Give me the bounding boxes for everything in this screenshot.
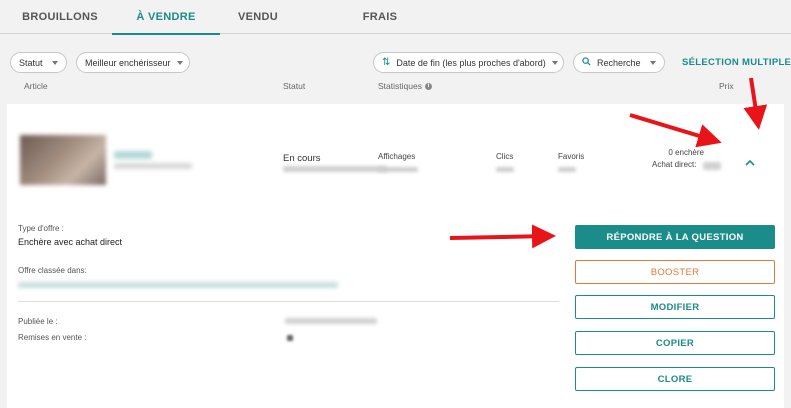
stat-clics-label: Clics — [496, 152, 514, 161]
tab-frais[interactable]: FRAIS — [348, 0, 412, 34]
meilleur-encherisseur-filter[interactable]: Meilleur enchérisseur — [76, 52, 190, 73]
tab-bar: BROUILLONS À VENDRE VENDU FRAIS — [0, 0, 791, 35]
price-achat-direct-value-redacted — [703, 162, 721, 170]
type-offre-value: Enchère avec achat direct — [18, 237, 123, 247]
publiee-le-value-redacted — [285, 318, 377, 324]
booster-button[interactable]: BOOSTER — [575, 260, 775, 284]
remises-en-vente-label: Remises en vente : — [18, 333, 87, 342]
category-path-redacted[interactable] — [18, 282, 338, 288]
column-statistiques-label: Statistiques — [378, 81, 422, 91]
listing-status: En cours — [283, 153, 321, 164]
copier-button[interactable]: COPIER — [575, 331, 775, 355]
stat-affichages-label: Affichages — [378, 152, 416, 161]
column-statut: Statut — [283, 81, 306, 91]
column-prix: Prix — [719, 81, 734, 91]
chevron-down-icon — [52, 60, 58, 65]
info-icon[interactable]: i — [424, 83, 432, 91]
tab-a-vendre[interactable]: À VENDRE — [112, 0, 220, 35]
stat-affichages-value-redacted — [378, 167, 418, 172]
sort-icon: ⇅ — [382, 56, 391, 68]
chevron-down-icon — [176, 60, 183, 65]
sort-select-label: Date de fin (les plus proches d'abord) — [396, 57, 546, 68]
listing-thumbnail[interactable] — [20, 135, 106, 185]
statut-filter-label: Statut — [19, 57, 43, 68]
stat-clics-value-redacted — [496, 167, 514, 172]
price-achat-direct-label: Achat direct: — [652, 160, 697, 169]
stat-favoris-value-redacted — [558, 167, 576, 172]
listing-subtitle-redacted — [114, 163, 192, 169]
listing-end-date-redacted — [283, 166, 387, 172]
offre-classee-label: Offre classée dans: — [18, 266, 87, 275]
statut-filter[interactable]: Statut — [10, 52, 67, 73]
tab-vendu[interactable]: VENDU — [226, 0, 290, 34]
repondre-question-button[interactable]: RÉPONDRE À LA QUESTION — [575, 225, 775, 249]
meilleur-filter-label: Meilleur enchérisseur — [85, 57, 171, 68]
selection-multiple-link[interactable]: SÉLECTION MULTIPLE — [682, 57, 791, 68]
chevron-down-icon — [650, 60, 656, 65]
sort-select[interactable]: ⇅ Date de fin (les plus proches d'abord) — [373, 52, 564, 73]
collapse-chevron-up-icon[interactable] — [743, 156, 757, 170]
column-article: Article — [24, 81, 48, 91]
listing-card: En cours Affichages Clics Favoris 0 ench… — [7, 104, 784, 408]
remises-en-vente-value-redacted — [287, 335, 293, 341]
search-select[interactable]: Recherche — [573, 52, 665, 73]
divider — [18, 301, 559, 302]
stat-favoris-label: Favoris — [558, 152, 585, 161]
price-encheres: 0 enchère — [668, 148, 704, 157]
tab-brouillons[interactable]: BROUILLONS — [10, 0, 110, 34]
type-offre-label: Type d'offre : — [18, 224, 64, 233]
column-statistiques: Statistiques i — [378, 81, 432, 91]
publiee-le-label: Publiée le : — [18, 317, 58, 326]
modifier-button[interactable]: MODIFIER — [575, 295, 775, 319]
search-select-label: Recherche — [597, 57, 641, 68]
clore-button[interactable]: CLORE — [575, 367, 775, 391]
chevron-down-icon — [551, 60, 558, 65]
search-icon — [582, 57, 591, 68]
listing-title-redacted[interactable] — [114, 151, 152, 159]
